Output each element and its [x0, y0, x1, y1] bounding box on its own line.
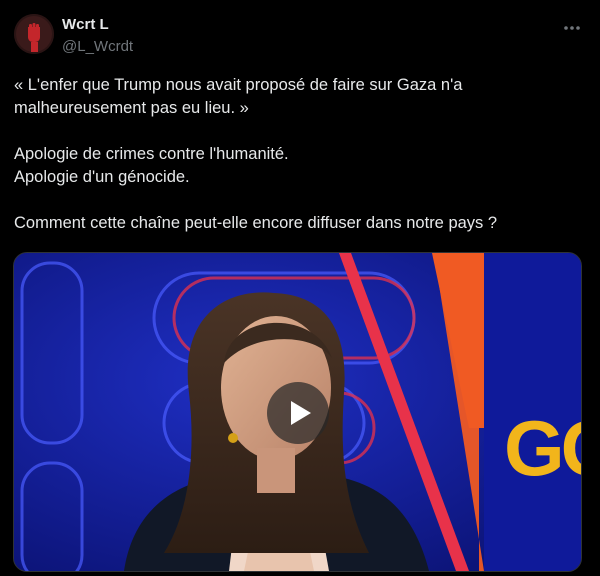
tweet-line: Apologie d'un génocide. [14, 168, 190, 186]
tweet-text: « L'enfer que Trump nous avait proposé d… [14, 74, 586, 235]
user-handle[interactable]: @L_Wcrdt [62, 38, 133, 55]
tweet-line: Apologie de crimes contre l'humanité. [14, 145, 289, 163]
play-icon [291, 401, 311, 425]
display-name[interactable]: Wcrt L [62, 16, 109, 33]
avatar[interactable] [14, 14, 54, 54]
studio-logo: GG [504, 404, 581, 492]
tweet-line: malheureusement pas eu lieu. » [14, 99, 249, 117]
more-horizontal-icon [564, 26, 580, 30]
play-button[interactable] [267, 382, 329, 444]
raised-fist-icon [14, 14, 54, 54]
more-options-button[interactable] [562, 18, 582, 38]
tweet-line: « L'enfer que Trump nous avait proposé d… [14, 76, 463, 94]
tweet-card[interactable]: Wcrt L @L_Wcrdt « L'enfer que Trump nous… [0, 0, 600, 576]
tweet-line: Comment cette chaîne peut-elle encore di… [14, 214, 498, 232]
